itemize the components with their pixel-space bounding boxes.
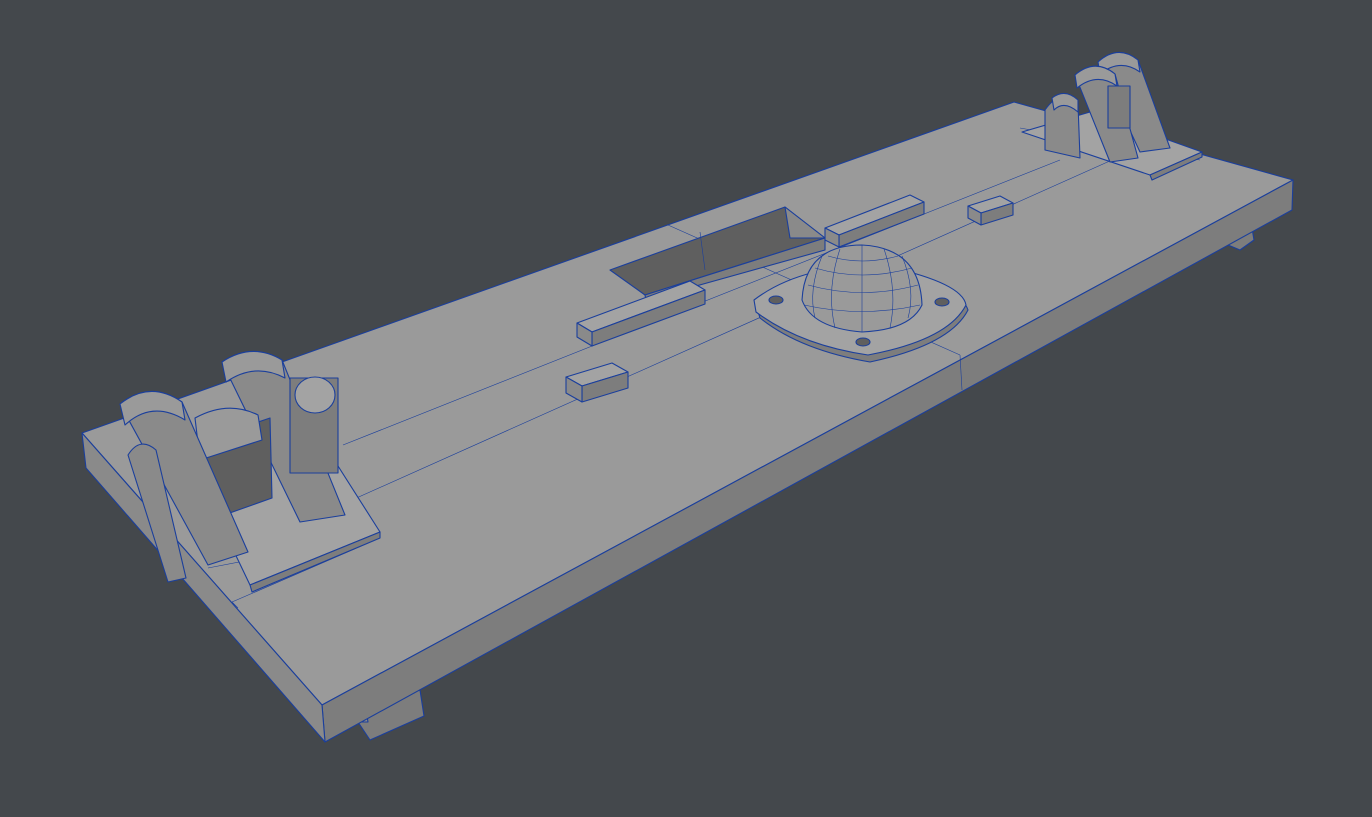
viewport-canvas[interactable]	[0, 0, 1372, 817]
3d-viewport[interactable]	[0, 0, 1372, 817]
